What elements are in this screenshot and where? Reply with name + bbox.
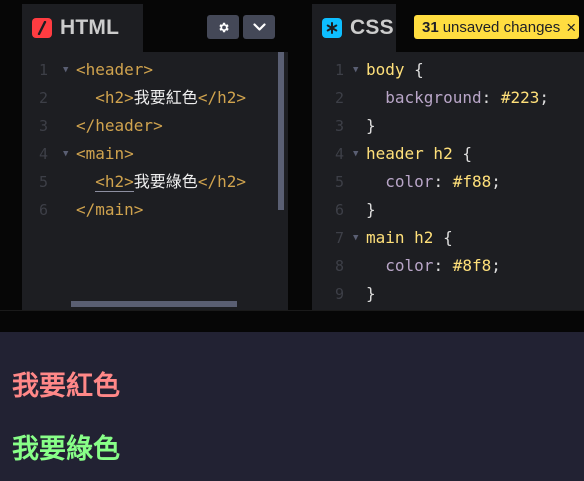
collapse-button[interactable] <box>243 15 275 39</box>
preview-heading-red: 我要紅色 <box>12 371 120 402</box>
code-text: header h2 { <box>366 140 472 168</box>
code-token: body <box>366 60 415 79</box>
line-number: 3 <box>38 117 48 135</box>
code-text: </header> <box>76 112 163 140</box>
code-text: <h2>我要綠色</h2> <box>76 168 246 196</box>
html-tab-bar: HTML <box>22 0 288 52</box>
code-text: } <box>366 280 376 308</box>
code-token: #f88 <box>452 172 492 191</box>
code-token: { <box>414 60 424 79</box>
css-badge-icon <box>322 18 342 38</box>
code-token: </main> <box>76 200 144 219</box>
code-token: 我要紅色 <box>133 88 198 107</box>
code-token: { <box>443 228 453 247</box>
css-tab-title: CSS <box>350 16 394 39</box>
code-token: } <box>366 200 376 219</box>
line-number: 6 <box>38 201 48 219</box>
css-tab[interactable]: CSS <box>312 4 396 52</box>
html-editor-pane[interactable]: HTML 1 ▼ <header> 2 <h2>我要紅色</h2> 3 </header>… <box>22 0 288 310</box>
code-text: <header> <box>76 56 153 84</box>
code-token: : <box>433 256 453 275</box>
css-editor-pane[interactable]: CSS 1 ▼ body {2 background: #223; 3} 4 ▼ heade… <box>312 0 584 310</box>
unsaved-changes-badge[interactable]: 31 unsaved changes × <box>414 15 579 39</box>
code-token: 我要綠色 <box>133 172 198 191</box>
code-token: </h2> <box>197 172 246 191</box>
code-text: body { <box>366 56 424 84</box>
line-number: 4 <box>334 145 344 163</box>
horizontal-scrollbar[interactable] <box>71 301 237 307</box>
chevron-down-icon <box>252 22 266 31</box>
preview-resizer[interactable] <box>0 310 584 333</box>
fold-arrow-icon[interactable]: ▼ <box>63 140 68 168</box>
code-token: { <box>462 144 472 163</box>
pane-splitter[interactable] <box>288 0 312 310</box>
code-token: } <box>366 284 376 303</box>
left-edge <box>0 0 22 310</box>
line-number: 1 <box>334 61 344 79</box>
code-token: } <box>366 116 376 135</box>
line-number: 2 <box>334 89 344 107</box>
line-number: 4 <box>38 145 48 163</box>
code-token: background <box>366 88 482 107</box>
code-text: background: #223; <box>366 84 549 112</box>
preview-heading-green: 我要綠色 <box>12 434 120 465</box>
code-token: header h2 <box>366 144 463 163</box>
code-token: color <box>366 256 434 275</box>
code-token: </header> <box>76 116 163 135</box>
line-number: 9 <box>334 285 344 303</box>
code-token: ; <box>491 256 501 275</box>
code-text: <h2>我要紅色</h2> <box>76 84 246 112</box>
close-icon[interactable]: × <box>566 19 576 36</box>
code-token: main h2 <box>366 228 444 247</box>
code-token: ; <box>539 88 550 107</box>
line-number: 5 <box>334 173 344 191</box>
line-number: 8 <box>334 257 344 275</box>
code-text: } <box>366 112 376 140</box>
code-token: <main> <box>76 144 134 163</box>
code-token: : <box>481 88 501 107</box>
line-number: 6 <box>334 201 344 219</box>
line-number: 5 <box>38 173 48 191</box>
code-text: color: #8f8; <box>366 252 501 280</box>
fold-arrow-icon[interactable]: ▼ <box>353 56 358 84</box>
code-text: } <box>366 196 376 224</box>
code-text: </main> <box>76 196 143 224</box>
unsaved-label: unsaved changes <box>442 18 561 36</box>
code-token: #223 <box>500 88 540 107</box>
html-badge-icon <box>32 18 52 38</box>
unsaved-count: 31 <box>422 18 439 36</box>
code-text: <main> <box>76 140 134 168</box>
code-token: #8f8 <box>452 256 492 275</box>
gear-icon <box>218 22 229 32</box>
fold-arrow-icon[interactable]: ▼ <box>353 140 358 168</box>
code-token: <h2> <box>76 88 134 107</box>
editor-area: HTML 1 ▼ <header> 2 <h2>我要紅色</h2> 3 </header>… <box>0 0 584 310</box>
code-token: <header> <box>76 60 154 79</box>
code-token: : <box>433 172 453 191</box>
line-number: 3 <box>334 117 344 135</box>
line-number: 1 <box>38 61 48 79</box>
html-tab[interactable]: HTML <box>22 4 143 52</box>
settings-button[interactable] <box>207 15 239 39</box>
html-tab-title: HTML <box>60 16 120 39</box>
code-token: color <box>366 172 434 191</box>
code-text: color: #f88; <box>366 168 501 196</box>
vertical-scrollbar[interactable] <box>278 52 284 210</box>
code-token: <h2> <box>95 172 134 192</box>
result-preview: 我要紅色 我要綠色 <box>0 332 584 481</box>
line-number: 7 <box>334 229 344 247</box>
code-text: main h2 { <box>366 224 453 252</box>
code-token: </h2> <box>197 88 246 107</box>
fold-arrow-icon[interactable]: ▼ <box>63 56 68 84</box>
code-token: ; <box>491 172 501 191</box>
line-number: 2 <box>38 89 48 107</box>
fold-arrow-icon[interactable]: ▼ <box>353 224 358 252</box>
